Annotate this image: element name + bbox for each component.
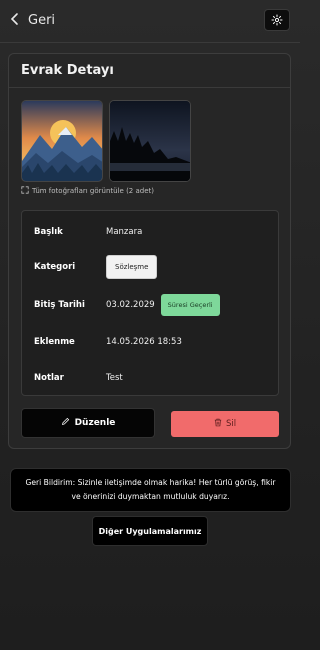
added-label: Eklenme bbox=[34, 337, 75, 347]
forest-night-photo[interactable] bbox=[109, 100, 191, 182]
other-apps-label: Diğer Uygulamalarımız bbox=[98, 526, 202, 536]
page-title: Evrak Detayı bbox=[21, 63, 114, 78]
delete-button[interactable]: Sil bbox=[171, 411, 279, 437]
edit-button[interactable]: Düzenle bbox=[21, 408, 155, 438]
pencil-icon bbox=[61, 417, 70, 429]
delete-label: Sil bbox=[225, 419, 237, 429]
view-all-label: Tüm fotoğrafları görüntüle (2 adet) bbox=[32, 187, 154, 195]
document-detail-card: Evrak Detayı Tüm fotoğrafları görüntüle … bbox=[8, 53, 291, 449]
feedback-text: Geri Bildirim: Sizinle iletişimde olmak … bbox=[25, 478, 276, 501]
category-badge: Sözleşme bbox=[106, 255, 158, 279]
details-panel: Başlık Manzara Kategori Sözleşme Bitiş T… bbox=[21, 210, 279, 396]
expiry-value: 03.02.2029 bbox=[106, 300, 155, 310]
detail-row-added: Eklenme 14.05.2026 18:53 bbox=[34, 335, 268, 349]
trash-icon bbox=[214, 418, 222, 430]
expand-icon bbox=[21, 186, 29, 196]
detail-row-expiry: Bitiş Tarihi 03.02.2029 Süresi Geçerli bbox=[34, 291, 268, 319]
chevron-left-icon bbox=[10, 11, 20, 30]
settings-button[interactable] bbox=[264, 9, 290, 31]
title-label: Başlık bbox=[34, 227, 63, 237]
action-buttons: Düzenle Sil bbox=[21, 408, 279, 438]
photo-gallery bbox=[21, 100, 191, 182]
top-bar: Geri bbox=[0, 0, 300, 40]
other-apps-button[interactable]: Diğer Uygulamalarımız bbox=[92, 516, 208, 546]
status-badge: Süresi Geçerli bbox=[160, 294, 220, 316]
detail-row-title: Başlık Manzara bbox=[34, 225, 268, 239]
feedback-banner: Geri Bildirim: Sizinle iletişimde olmak … bbox=[10, 468, 291, 512]
category-label: Kategori bbox=[34, 262, 76, 272]
back-label: Geri bbox=[28, 12, 56, 28]
detail-row-notes: Notlar Test bbox=[34, 371, 268, 385]
detail-row-category: Kategori Sözleşme bbox=[34, 253, 268, 281]
gear-icon bbox=[271, 11, 283, 30]
edit-label: Düzenle bbox=[74, 418, 116, 428]
view-all-photos-link[interactable]: Tüm fotoğrafları görüntüle (2 adet) bbox=[21, 186, 154, 196]
added-value: 14.05.2026 18:53 bbox=[106, 337, 182, 347]
back-button[interactable]: Geri bbox=[10, 11, 55, 30]
notes-value: Test bbox=[106, 373, 123, 383]
mountain-sunset-photo[interactable] bbox=[21, 100, 103, 182]
header-divider bbox=[0, 42, 300, 43]
expiry-label: Bitiş Tarihi bbox=[34, 300, 85, 310]
notes-label: Notlar bbox=[34, 373, 64, 383]
card-header: Evrak Detayı bbox=[9, 54, 290, 88]
title-value: Manzara bbox=[106, 227, 143, 237]
